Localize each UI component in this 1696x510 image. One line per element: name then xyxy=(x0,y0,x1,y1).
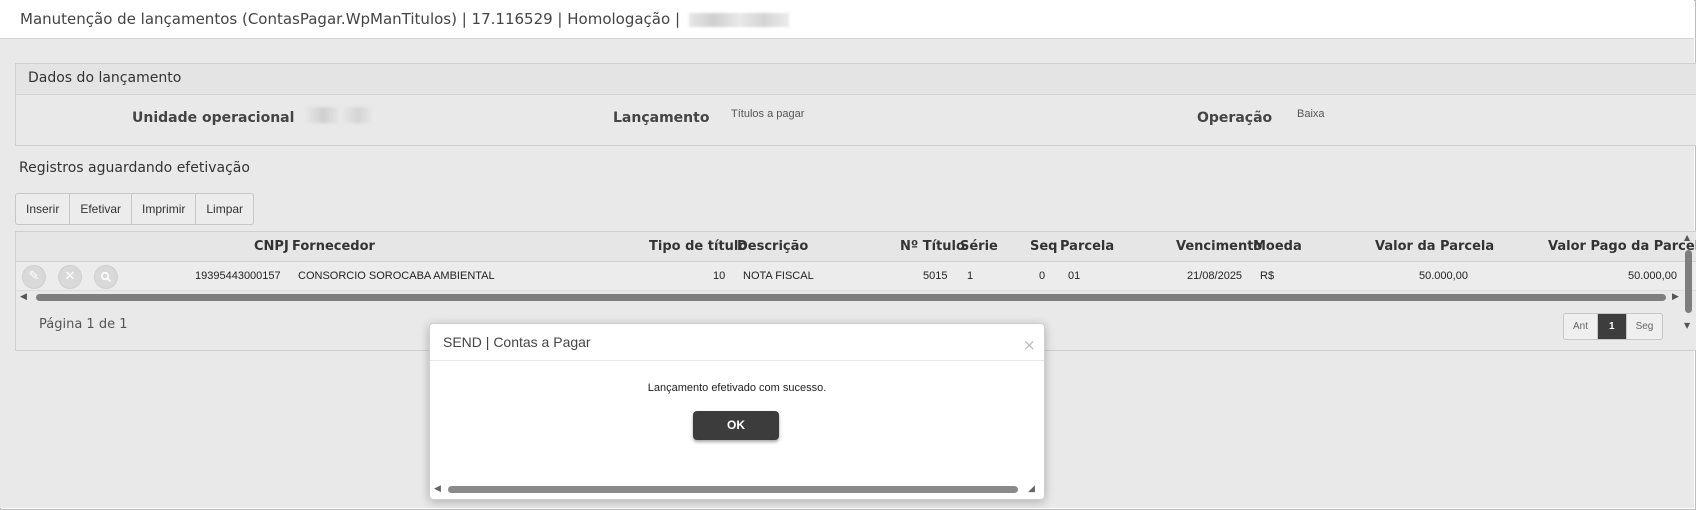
operacao-value: Baixa xyxy=(1297,108,1325,120)
cell-cnpj: 19395443000157 xyxy=(195,270,281,282)
col-header-seq[interactable]: Seq xyxy=(1030,239,1058,254)
window-titlebar: Manutenção de lançamentos (ContasPagar.W… xyxy=(0,0,1694,39)
col-header-valor-parcela[interactable]: Valor da Parcela xyxy=(1375,239,1494,254)
cell-seq: 0 xyxy=(1039,270,1046,282)
lancamento-label: Lançamento xyxy=(613,110,710,126)
cell-serie: 1 xyxy=(967,270,974,282)
cell-parcela: 01 xyxy=(1068,270,1081,282)
window-title: Manutenção de lançamentos (ContasPagar.W… xyxy=(20,10,789,28)
pagination: Ant 1 Seg xyxy=(1563,313,1664,340)
dialog-message: Lançamento efetivado com sucesso. xyxy=(647,382,827,394)
unidade-operacional-value-redacted xyxy=(306,107,376,123)
dialog-title: SEND | Contas a Pagar xyxy=(443,334,591,350)
ok-button[interactable]: OK xyxy=(693,411,779,440)
redacted-environment xyxy=(688,12,789,27)
pencil-icon[interactable]: ✎ xyxy=(22,265,46,289)
cell-valor-pago: 50.000,00 xyxy=(1628,270,1677,282)
panel-title: Dados do lançamento xyxy=(28,70,182,86)
launch-data-panel: Dados do lançamento Unidade operacional … xyxy=(15,63,1696,146)
page-vertical-scrollbar[interactable]: ▲ ▼ xyxy=(1683,233,1693,333)
close-icon[interactable]: ✕ xyxy=(58,265,82,289)
cell-valor-parcela: 50.000,00 xyxy=(1419,270,1468,282)
col-header-parcela[interactable]: Parcela xyxy=(1060,239,1114,254)
toolbar: Inserir Efetivar Imprimir Limpar xyxy=(15,193,255,225)
limpar-button[interactable]: Limpar xyxy=(196,194,253,224)
col-header-descricao[interactable]: Descrição xyxy=(737,239,808,254)
col-header-fornecedor[interactable]: Fornecedor xyxy=(292,239,375,254)
close-icon[interactable]: × xyxy=(1023,336,1036,354)
inserir-button[interactable]: Inserir xyxy=(16,194,71,224)
col-header-cnpj[interactable]: CNPJ xyxy=(254,239,289,254)
col-header-moeda[interactable]: Moeda xyxy=(1253,239,1302,254)
grid-horizontal-scrollbar[interactable]: ◀ ▶ xyxy=(20,292,1680,302)
efetivar-button[interactable]: Efetivar xyxy=(70,194,133,224)
col-header-vencimento[interactable]: Vencimento xyxy=(1176,239,1262,254)
cell-tipo: 10 xyxy=(713,270,726,282)
lancamento-value: Títulos a pagar xyxy=(731,108,805,120)
search-icon[interactable] xyxy=(94,265,118,289)
panel-header: Dados do lançamento xyxy=(16,64,1696,95)
dialog-horizontal-scrollbar[interactable]: ◀ ◢ xyxy=(434,484,1038,494)
dialog-header: SEND | Contas a Pagar × xyxy=(430,324,1044,361)
operacao-label: Operação xyxy=(1197,110,1273,126)
page-1-button[interactable]: 1 xyxy=(1598,314,1627,339)
grid-header: CNPJ Fornecedor Tipo de título Descrição… xyxy=(16,232,1696,262)
vertical-scrollbar-thumb[interactable] xyxy=(1685,250,1692,313)
section-title: Registros aguardando efetivação xyxy=(19,160,250,176)
prev-page-button[interactable]: Ant xyxy=(1564,314,1599,339)
imprimir-button[interactable]: Imprimir xyxy=(132,194,197,224)
cell-fornecedor: CONSORCIO SOROCABA AMBIENTAL xyxy=(298,270,495,282)
scrollbar-thumb[interactable] xyxy=(36,294,1666,301)
scroll-left-icon[interactable]: ◀ xyxy=(434,484,441,494)
resize-handle-icon[interactable]: ◢ xyxy=(1028,484,1035,494)
table-row[interactable]: ✎ ✕ 19395443000157 CONSORCIO SOROCABA AM… xyxy=(16,262,1696,291)
col-header-tipo[interactable]: Tipo de título xyxy=(649,239,747,254)
col-header-serie[interactable]: Série xyxy=(960,239,998,254)
cell-vencimento: 21/08/2025 xyxy=(1187,270,1243,282)
unidade-operacional-label: Unidade operacional xyxy=(132,110,295,126)
col-header-valor-pago[interactable]: Valor Pago da Parcela xyxy=(1548,239,1696,254)
next-page-button[interactable]: Seg xyxy=(1627,314,1663,339)
scroll-left-icon[interactable]: ◀ xyxy=(20,292,27,302)
col-header-numero[interactable]: Nº Título xyxy=(900,239,965,254)
message-dialog: SEND | Contas a Pagar × Lançamento efeti… xyxy=(429,323,1045,500)
scroll-up-icon[interactable]: ▲ xyxy=(1684,233,1690,242)
scroll-right-icon[interactable]: ▶ xyxy=(1672,292,1679,302)
cell-moeda: R$ xyxy=(1260,270,1275,282)
dialog-scrollbar-thumb[interactable] xyxy=(448,486,1018,493)
cell-descricao: NOTA FISCAL xyxy=(743,270,814,282)
window-title-text: Manutenção de lançamentos (ContasPagar.W… xyxy=(20,10,680,28)
scroll-down-icon[interactable]: ▼ xyxy=(1684,321,1690,330)
pagination-label: Página 1 de 1 xyxy=(39,317,128,332)
cell-numero: 5015 xyxy=(923,270,948,282)
